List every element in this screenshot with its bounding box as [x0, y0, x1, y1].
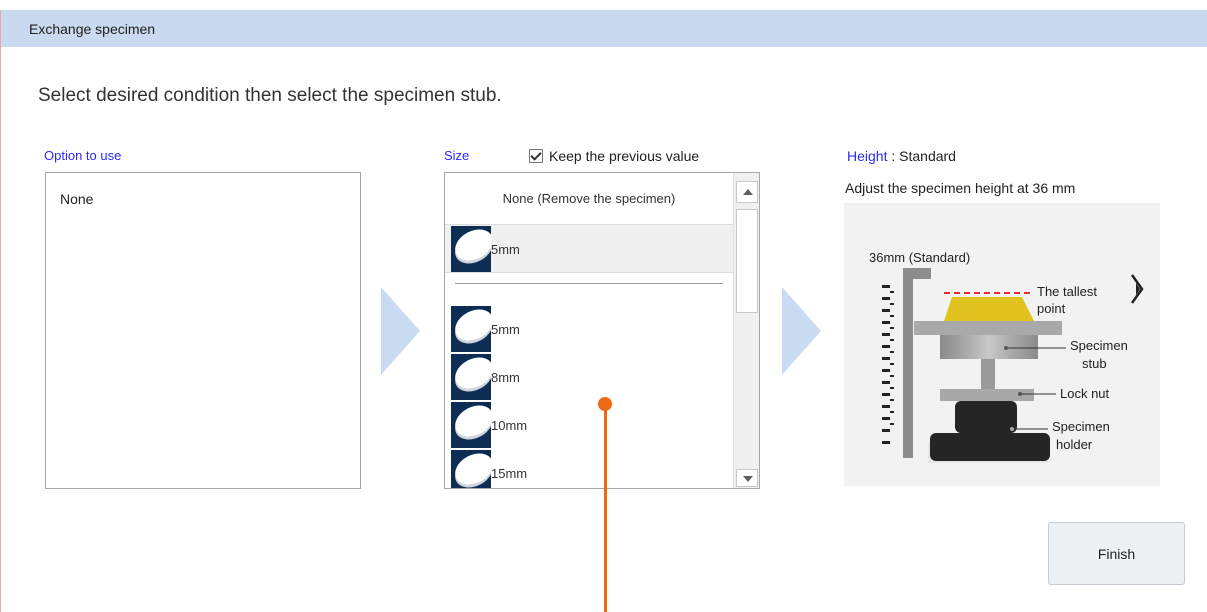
specimen-stub-icon	[451, 450, 491, 488]
size-item-5mm[interactable]: 5mm	[451, 306, 520, 352]
size-item-label: 8mm	[491, 369, 520, 385]
keep-previous-label: Keep the previous value	[549, 148, 700, 164]
lock-nut-label: Lock nut	[1060, 386, 1110, 401]
window-title: Exchange specimen	[29, 21, 156, 37]
size-label: Size	[444, 148, 470, 163]
scroll-thumb[interactable]	[736, 209, 758, 313]
specimen-stub-label-2: stub	[1082, 356, 1107, 371]
list-separator	[455, 283, 723, 284]
specimen-stub-icon	[451, 354, 491, 400]
step-arrow-icon	[381, 287, 420, 375]
adjust-height-text: Adjust the specimen height at 36 mm	[845, 180, 1076, 196]
specimen-height-diagram: 36mm (Standard) The tallest point Specim…	[844, 203, 1160, 486]
size-item-label: 5mm	[491, 241, 520, 257]
specimen-stub-label-1: Specimen	[1070, 338, 1128, 353]
tallest-point-label-1: The tallest	[1037, 284, 1097, 299]
instruction-text: Select desired condition then select the…	[38, 85, 502, 106]
standard-height-label: 36mm (Standard)	[869, 250, 971, 265]
height-value: : Standard	[891, 148, 956, 164]
size-item-label: 10mm	[491, 417, 528, 433]
scroll-down-button[interactable]	[736, 469, 758, 487]
size-item-selected[interactable]: 5mm	[445, 224, 733, 273]
size-item-none[interactable]: None (Remove the specimen)	[445, 173, 733, 223]
scroll-up-button[interactable]	[736, 181, 758, 203]
checkbox-checked-icon[interactable]	[529, 149, 543, 163]
size-list-scrollbar[interactable]	[733, 173, 759, 488]
specimen-stub-icon	[451, 226, 491, 272]
option-label: Option to use	[44, 148, 122, 163]
chevron-down-icon	[743, 476, 753, 482]
specimen-holder-label-2: holder	[1056, 437, 1093, 452]
tallest-point-label-2: point	[1037, 301, 1066, 316]
specimen-stub-icon	[451, 306, 491, 352]
size-item-label: 5mm	[491, 321, 520, 337]
size-item-8mm[interactable]: 8mm	[451, 354, 520, 400]
height-key: Height	[847, 148, 888, 164]
callout-pointer-dot	[598, 397, 612, 411]
step-arrow-icon	[782, 287, 821, 375]
chevron-up-icon	[743, 189, 753, 195]
height-label: Height : Standard	[847, 148, 956, 164]
size-item-10mm[interactable]: 10mm	[451, 402, 527, 448]
keep-previous-checkbox[interactable]: Keep the previous value	[529, 148, 699, 164]
option-item-none[interactable]: None	[60, 191, 93, 207]
option-list[interactable]: None	[45, 172, 361, 489]
specimen-stub-icon	[451, 402, 491, 448]
size-item-15mm[interactable]: 15mm	[451, 450, 528, 488]
window-titlebar: Exchange specimen	[1, 10, 1207, 47]
size-list[interactable]: None (Remove the specimen) 5mm 5mm 8mm 1…	[444, 172, 760, 489]
finish-button[interactable]: Finish	[1048, 522, 1185, 585]
callout-pointer-line	[604, 410, 607, 612]
specimen-holder-label-1: Specimen	[1052, 419, 1110, 434]
size-item-label: 15mm	[491, 465, 528, 481]
